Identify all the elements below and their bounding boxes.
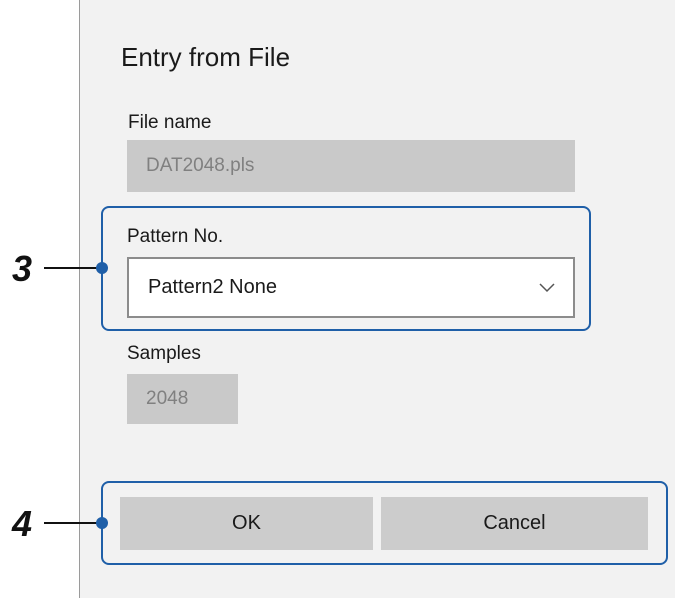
pattern-no-label: Pattern No. bbox=[127, 226, 224, 247]
ok-button[interactable]: OK bbox=[120, 497, 373, 550]
file-name-value: DAT2048.pls bbox=[146, 155, 255, 176]
pattern-no-selected: Pattern2 None bbox=[148, 276, 277, 298]
ok-button-label: OK bbox=[232, 512, 261, 534]
file-name-field: DAT2048.pls bbox=[127, 140, 575, 192]
callout-number-3: 3 bbox=[12, 248, 33, 289]
samples-value: 2048 bbox=[146, 388, 189, 409]
callout-3-leader-line bbox=[44, 267, 102, 269]
cancel-button-label: Cancel bbox=[483, 512, 546, 534]
pattern-no-dropdown[interactable]: Pattern2 None bbox=[127, 257, 575, 318]
callout-4-leader-line bbox=[44, 522, 102, 524]
samples-field: 2048 bbox=[127, 374, 238, 424]
dialog-title: Entry from File bbox=[121, 42, 291, 72]
file-name-label: File name bbox=[128, 112, 212, 133]
chevron-down-icon bbox=[539, 283, 555, 293]
callout-number-4: 4 bbox=[12, 503, 33, 544]
callout-4-dot bbox=[96, 517, 108, 529]
samples-label: Samples bbox=[127, 343, 201, 364]
cancel-button[interactable]: Cancel bbox=[381, 497, 648, 550]
callout-3-dot bbox=[96, 262, 108, 274]
